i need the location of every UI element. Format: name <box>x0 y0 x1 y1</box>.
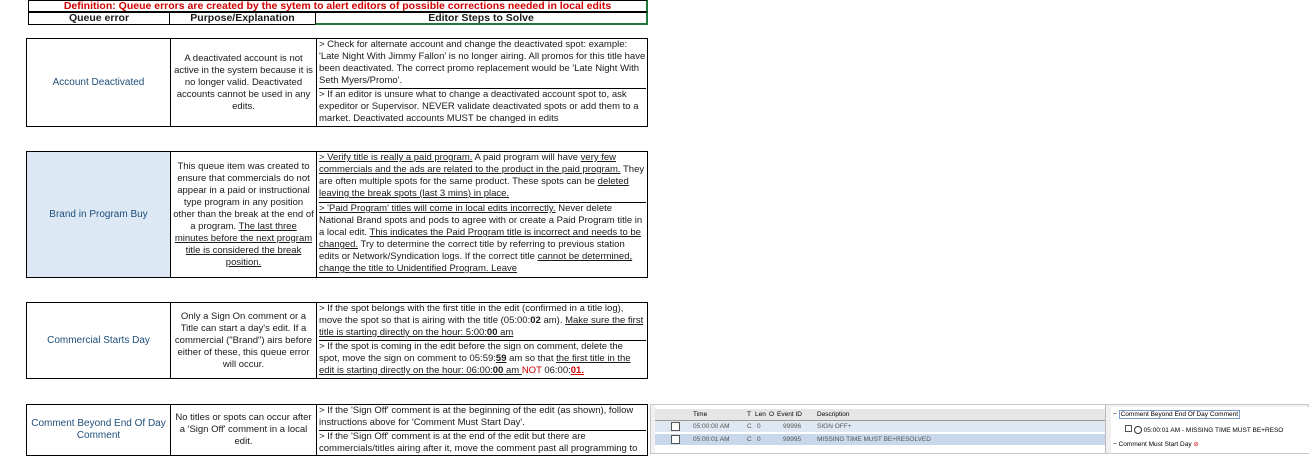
cell-time: 05:00:01 AM <box>693 436 730 443</box>
step-underlined: am <box>503 365 522 376</box>
step-red: NOT <box>521 365 542 376</box>
steps-comment-beyond-end-of-day: > If the 'Sign Off' comment is at the be… <box>316 404 648 456</box>
cell-len: 0 <box>757 436 761 443</box>
step-item: > 'Paid Program' titles will come in loc… <box>319 203 646 277</box>
tree-checkbox[interactable] <box>1125 425 1132 432</box>
queue-error-label: Commercial Starts Day <box>47 334 150 346</box>
event-grid: Time T Len O Event ID Description 05:00:… <box>655 405 1106 453</box>
col-time: Time <box>693 411 708 418</box>
steps-brand-in-program-buy: > Verify title is really a paid program.… <box>316 151 648 278</box>
queue-error-label: Comment Beyond End Of Day Comment <box>31 418 166 441</box>
header-steps: Editor Steps to Solve <box>315 12 648 25</box>
definition-banner: Definition: Queue errors are created by … <box>28 0 648 12</box>
step-bold: 00 <box>486 327 498 338</box>
tree-child[interactable]: 05:00:01 AM - MISSING TIME MUST BE+RESO <box>1125 425 1284 435</box>
purpose-commercial-starts-day: Only a Sign On comment or a Title can st… <box>170 302 317 379</box>
grid-header: Time T Len O Event ID Description <box>655 409 1105 421</box>
purpose-text: A deactivated account is not active in t… <box>174 52 313 112</box>
queue-error-account-deactivated: Account Deactivated <box>26 38 171 127</box>
cell-time: 05:00:00 AM <box>693 423 730 430</box>
step-text: am). <box>540 315 566 326</box>
purpose-text: This queue item was created to ensure th… <box>173 161 314 269</box>
col-event-id: Event ID <box>777 411 802 418</box>
purpose-brand-in-program-buy: This queue item was created to ensure th… <box>170 151 317 278</box>
queue-error-label: Brand in Program Buy <box>49 208 148 220</box>
step-bold: 02 <box>530 315 541 326</box>
row-checkbox[interactable] <box>671 422 680 431</box>
purpose-comment-beyond-end-of-day: No titles or spots can occur after a 'Si… <box>170 404 317 456</box>
step-underlined: > Verify title is really a paid program. <box>319 152 473 163</box>
step-text: A paid program will have <box>472 152 581 163</box>
cell-description: SIGN OFF+ <box>817 423 852 430</box>
embedded-app-screenshot: Time T Len O Event ID Description 05:00:… <box>650 404 1309 454</box>
cell-event-id: 99995 <box>783 436 802 443</box>
tree-node[interactable]: − Comment Must Start Day ⊘ <box>1113 440 1199 448</box>
row-checkbox[interactable] <box>671 435 680 444</box>
col-len: Len <box>755 411 766 418</box>
cell-len: 0 <box>757 423 761 430</box>
header-queue-error: Queue error <box>28 12 170 25</box>
step-underlined: am <box>497 327 514 338</box>
step-red-bold: 01. <box>570 365 584 376</box>
step-underlined: > 'Paid Program' titles will come in loc… <box>319 203 556 214</box>
step-item: > Verify title is really a paid program.… <box>319 152 646 203</box>
cell-t: C <box>747 423 752 430</box>
step-item: > If the 'Sign Off' comment is at the en… <box>319 431 638 454</box>
queue-tree: − Comment Beyond End Of Day Comment 05:0… <box>1111 407 1309 453</box>
queue-error-comment-beyond-end-of-day: Comment Beyond End Of Day Comment <box>26 404 171 456</box>
steps-commercial-starts-day: > If the spot belongs with the first tit… <box>316 302 648 379</box>
error-icon: ⊘ <box>1193 441 1199 448</box>
step-text: am so that <box>506 353 557 364</box>
tree-node[interactable]: − Comment Beyond End Of Day Comment <box>1113 410 1241 419</box>
tree-child-label: 05:00:01 AM - MISSING TIME MUST BE+RESO <box>1143 427 1284 434</box>
grid-row[interactable]: 05:00:00 AM C 0 99996 SIGN OFF+ <box>655 421 1105 432</box>
steps-account-deactivated: > Check for alternate account and change… <box>316 38 648 127</box>
step-bold: 00 <box>492 365 504 376</box>
col-o: O <box>769 411 775 418</box>
col-t: T <box>747 411 751 418</box>
cell-t: C <box>747 436 752 443</box>
queue-error-brand-in-program-buy: Brand in Program Buy <box>26 151 171 278</box>
step-text: 06:00: <box>541 365 571 376</box>
queue-error-commercial-starts-day: Commercial Starts Day <box>26 302 171 379</box>
step-item: > If the spot is coming in the edit befo… <box>319 341 646 378</box>
tree-node-label: Comment Beyond End Of Day Comment <box>1118 410 1241 419</box>
col-description: Description <box>817 411 850 418</box>
cell-event-id: 99996 <box>783 423 802 430</box>
step-item: > Check for alternate account and change… <box>319 39 646 89</box>
step-item: > If the 'Sign Off' comment is at the be… <box>319 405 646 431</box>
cell-description: MISSING TIME MUST BE+RESOLVED <box>817 436 931 443</box>
step-item: > If an editor is unsure what to change … <box>319 89 639 124</box>
purpose-text: Only a Sign On comment or a Title can st… <box>174 310 313 370</box>
circle-icon <box>1133 426 1142 435</box>
header-purpose: Purpose/Explanation <box>169 12 316 25</box>
step-bold: 59 <box>495 353 507 364</box>
purpose-text: No titles or spots can occur after a 'Si… <box>175 412 312 447</box>
step-item: > If the spot belongs with the first tit… <box>319 303 646 341</box>
purpose-account-deactivated: A deactivated account is not active in t… <box>170 38 317 127</box>
grid-row-selected[interactable]: 05:00:01 AM C 0 99995 MISSING TIME MUST … <box>655 434 1105 445</box>
tree-node-label: Comment Must Start Day <box>1118 441 1192 448</box>
queue-error-label: Account Deactivated <box>52 76 145 88</box>
